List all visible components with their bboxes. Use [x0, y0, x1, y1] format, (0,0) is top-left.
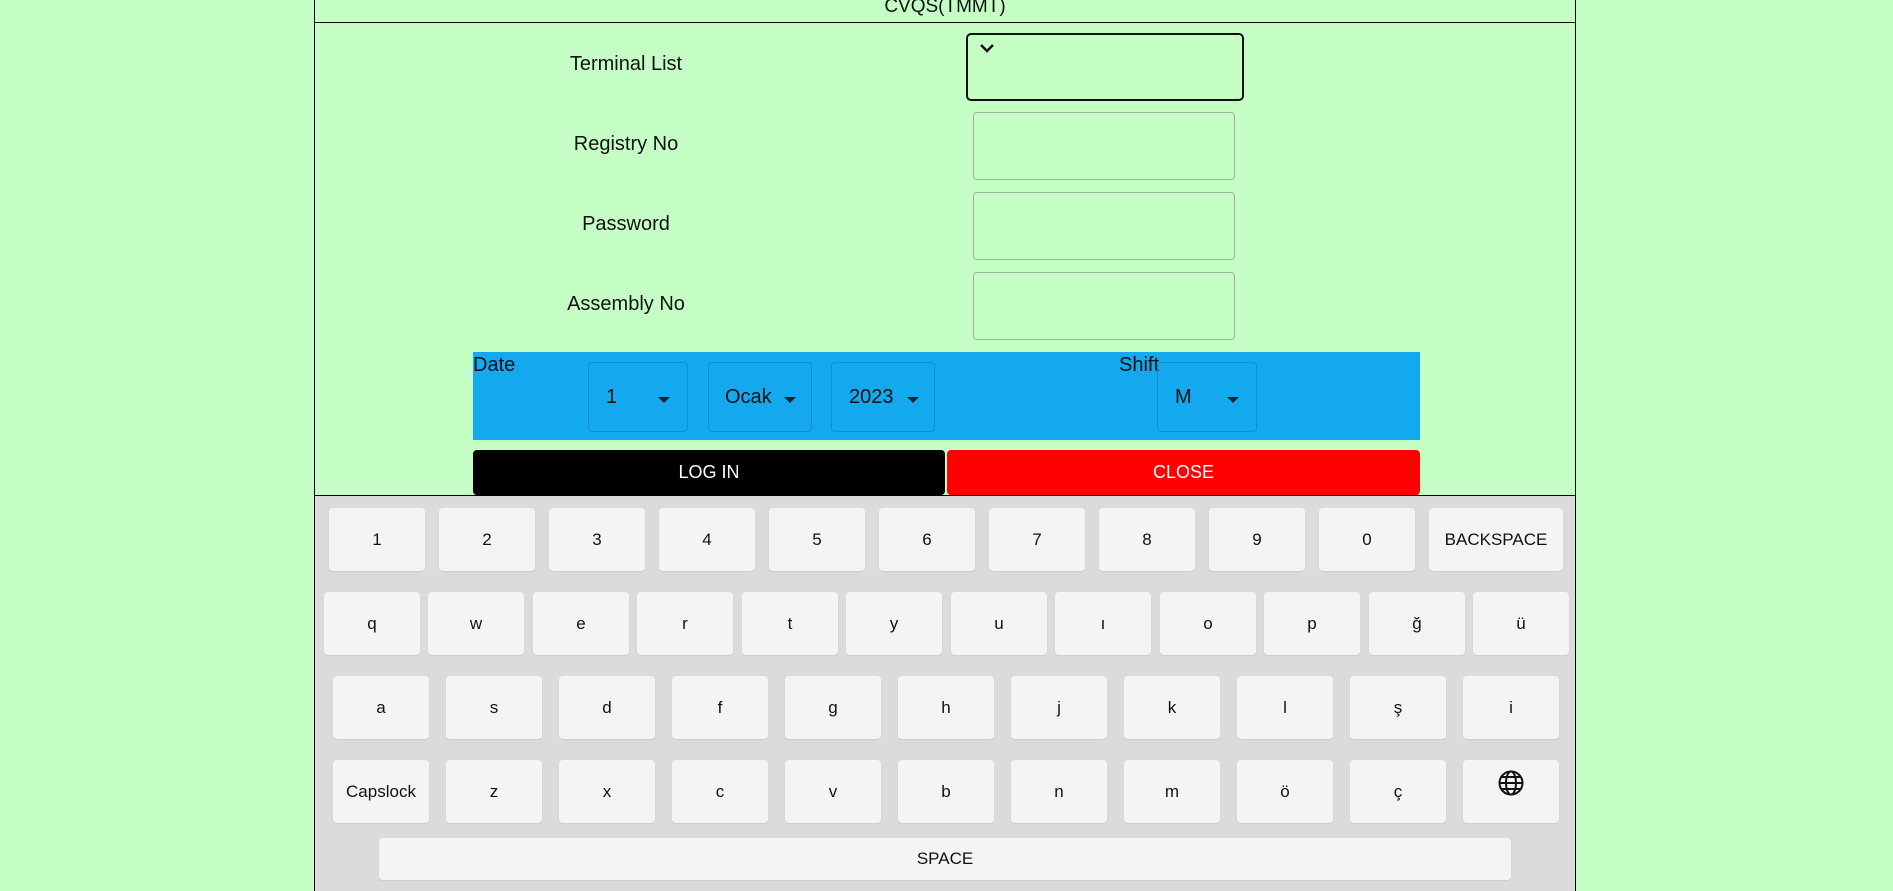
day-dropdown[interactable]: 1: [588, 362, 688, 432]
key-3[interactable]: 3: [549, 508, 645, 571]
key-g-breve[interactable]: ğ: [1369, 592, 1465, 655]
shift-label: Shift: [1119, 354, 1160, 376]
key-o-umlaut[interactable]: ö: [1237, 760, 1333, 823]
globe-icon: [1497, 760, 1525, 823]
key-2[interactable]: 2: [439, 508, 535, 571]
login-button[interactable]: LOG IN: [473, 450, 945, 495]
assembly-no-label: Assembly No: [567, 293, 685, 315]
key-u-umlaut[interactable]: ü: [1473, 592, 1569, 655]
month-dropdown[interactable]: Ocak: [708, 362, 812, 432]
key-d[interactable]: d: [559, 676, 655, 739]
virtual-keyboard: 1 2 3 4 5 6 7 8 9 0 BACKSPACE q w e r t …: [315, 495, 1575, 891]
key-f[interactable]: f: [672, 676, 768, 739]
caret-down-icon: [907, 397, 919, 403]
key-b[interactable]: b: [898, 760, 994, 823]
registry-no-field[interactable]: [973, 112, 1235, 180]
key-a[interactable]: a: [333, 676, 429, 739]
key-g[interactable]: g: [785, 676, 881, 739]
terminal-list-label: Terminal List: [569, 53, 683, 75]
key-v[interactable]: v: [785, 760, 881, 823]
capslock-key[interactable]: Capslock: [333, 760, 429, 823]
key-o[interactable]: o: [1160, 592, 1256, 655]
key-dotless-i[interactable]: ı: [1055, 592, 1151, 655]
language-key[interactable]: [1463, 760, 1559, 823]
registry-no-label: Registry No: [573, 133, 679, 155]
key-6[interactable]: 6: [879, 508, 975, 571]
login-window: CVQS(TMMT) Terminal List Registry No Pas…: [314, 0, 1576, 891]
key-u[interactable]: u: [951, 592, 1047, 655]
chevron-down-icon: [978, 41, 996, 59]
key-y[interactable]: y: [846, 592, 942, 655]
assembly-no-field[interactable]: [973, 272, 1235, 340]
caret-down-icon: [784, 397, 796, 403]
key-0[interactable]: 0: [1319, 508, 1415, 571]
caret-down-icon: [1227, 397, 1239, 403]
key-7[interactable]: 7: [989, 508, 1085, 571]
key-1[interactable]: 1: [329, 508, 425, 571]
key-s-cedilla[interactable]: ş: [1350, 676, 1446, 739]
caret-down-icon: [658, 397, 670, 403]
shift-dropdown[interactable]: M: [1157, 362, 1257, 432]
key-w[interactable]: w: [428, 592, 524, 655]
key-z[interactable]: z: [446, 760, 542, 823]
key-8[interactable]: 8: [1099, 508, 1195, 571]
key-h[interactable]: h: [898, 676, 994, 739]
backspace-key[interactable]: BACKSPACE: [1429, 508, 1563, 571]
year-value: 2023: [849, 386, 894, 408]
key-r[interactable]: r: [637, 592, 733, 655]
shift-value: M: [1175, 386, 1192, 408]
key-4[interactable]: 4: [659, 508, 755, 571]
date-shift-panel: Date 1 Ocak 2023 Shift M: [473, 352, 1420, 440]
key-5[interactable]: 5: [769, 508, 865, 571]
key-i[interactable]: i: [1463, 676, 1559, 739]
key-n[interactable]: n: [1011, 760, 1107, 823]
key-c[interactable]: c: [672, 760, 768, 823]
key-t[interactable]: t: [742, 592, 838, 655]
key-m[interactable]: m: [1124, 760, 1220, 823]
month-value: Ocak: [725, 386, 772, 408]
date-label: Date: [473, 354, 516, 376]
terminal-list-select[interactable]: [966, 33, 1244, 101]
key-l[interactable]: l: [1237, 676, 1333, 739]
day-value: 1: [606, 386, 618, 408]
key-e[interactable]: e: [533, 592, 629, 655]
space-key[interactable]: SPACE: [379, 838, 1511, 880]
key-k[interactable]: k: [1124, 676, 1220, 739]
password-label: Password: [582, 213, 670, 235]
key-q[interactable]: q: [324, 592, 420, 655]
key-s[interactable]: s: [446, 676, 542, 739]
close-button[interactable]: CLOSE: [947, 450, 1420, 495]
year-dropdown[interactable]: 2023: [831, 362, 935, 432]
key-c-cedilla[interactable]: ç: [1350, 760, 1446, 823]
password-field[interactable]: [973, 192, 1235, 260]
key-j[interactable]: j: [1011, 676, 1107, 739]
key-x[interactable]: x: [559, 760, 655, 823]
key-p[interactable]: p: [1264, 592, 1360, 655]
key-9[interactable]: 9: [1209, 508, 1305, 571]
window-title: CVQS(TMMT): [315, 0, 1575, 23]
